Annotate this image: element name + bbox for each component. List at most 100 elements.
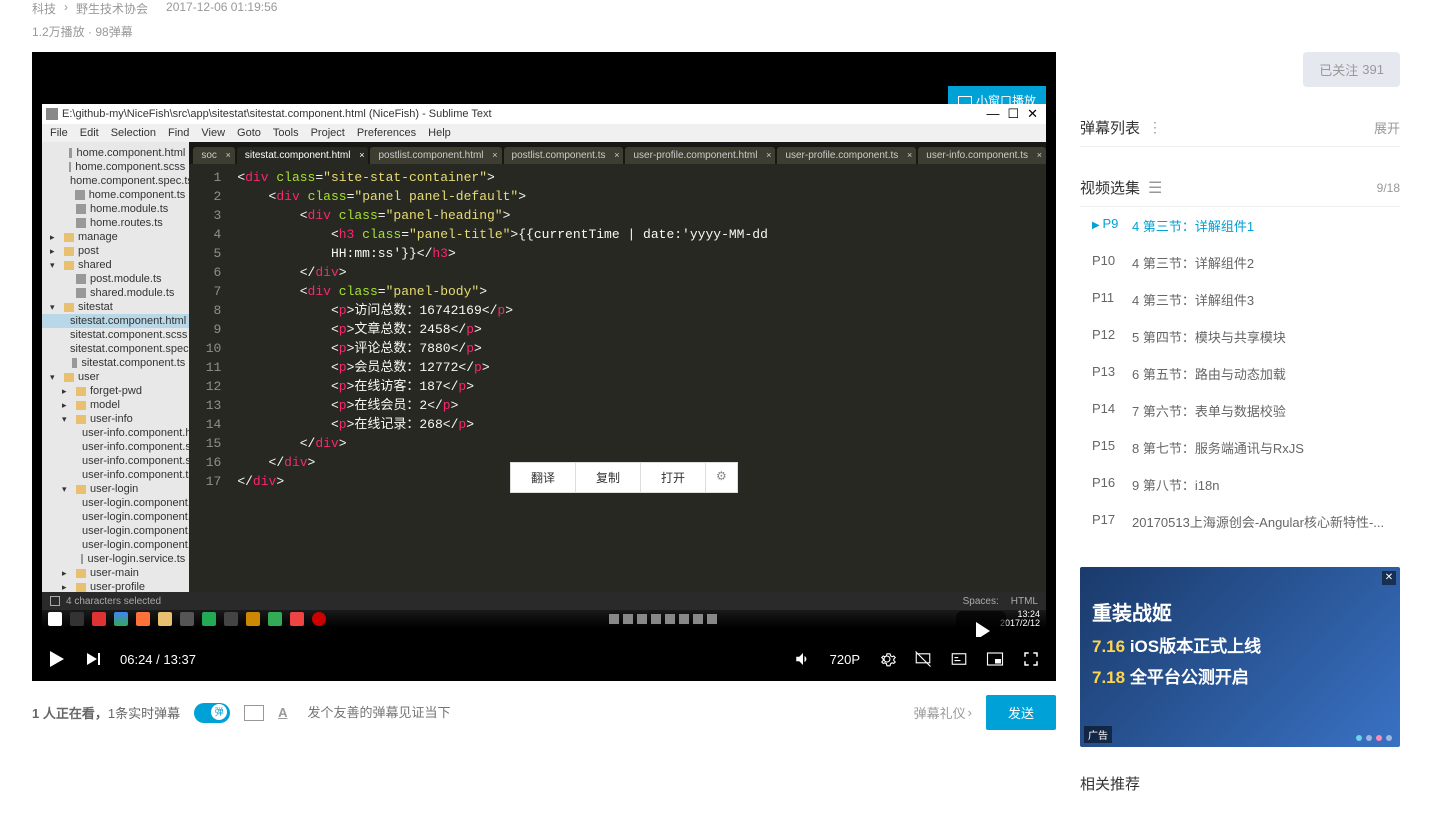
tree-folder[interactable]: user-login — [42, 482, 189, 496]
menu-find[interactable]: Find — [168, 127, 189, 139]
advertisement[interactable]: ✕ 重装战姬 7.16 iOS版本正式上线 7.18 全平台公测开启 广告 — [1080, 567, 1400, 747]
danmaku-input[interactable] — [301, 699, 899, 726]
tree-file[interactable]: post.module.ts — [42, 272, 189, 286]
more-icon[interactable]: ⋮ — [1148, 119, 1162, 136]
playlist-item[interactable]: P158 第七节：服务端通讯与RxJS — [1080, 429, 1400, 466]
playlist-item[interactable]: P125 第四节：模块与共享模块 — [1080, 318, 1400, 355]
playlist-item[interactable]: P169 第八节：i18n — [1080, 466, 1400, 503]
play-button[interactable] — [48, 650, 66, 668]
taskbar-app-icon[interactable] — [180, 612, 194, 626]
editor-tab[interactable]: postlist.component.ts× — [504, 147, 624, 164]
tree-folder[interactable]: forget-pwd — [42, 384, 189, 398]
playlist-item[interactable]: P114 第三节：详解组件3 — [1080, 281, 1400, 318]
danmaku-switch[interactable] — [194, 703, 230, 723]
start-icon[interactable] — [48, 612, 62, 626]
menu-selection[interactable]: Selection — [111, 127, 156, 139]
gear-icon[interactable]: ⚙ — [706, 463, 737, 492]
menu-view[interactable]: View — [201, 127, 225, 139]
playlist-item[interactable]: P94 第三节：详解组件1 — [1080, 207, 1400, 244]
tree-file[interactable]: user-login.component.spec.ts — [42, 524, 189, 538]
playlist-item[interactable]: P1720170513上海源创会-Angular核心新特性-... — [1080, 503, 1400, 540]
tree-folder[interactable]: model — [42, 398, 189, 412]
file-tree[interactable]: home.component.htmlhome.component.scssho… — [42, 142, 189, 592]
tree-folder[interactable]: manage — [42, 230, 189, 244]
menu-help[interactable]: Help — [428, 127, 451, 139]
tray-icon[interactable] — [651, 614, 661, 624]
volume-icon[interactable] — [794, 650, 812, 668]
danmaku-settings-icon[interactable] — [244, 705, 264, 721]
editor-tab[interactable]: user-info.component.ts× — [918, 147, 1046, 164]
tree-file[interactable]: user-info.component.scss — [42, 440, 189, 454]
tree-folder[interactable]: post — [42, 244, 189, 258]
chrome-icon[interactable] — [114, 612, 128, 626]
taskbar-app-icon[interactable] — [246, 612, 260, 626]
tree-folder[interactable]: user-main — [42, 566, 189, 580]
tree-file[interactable]: sitestat.component.spec.ts — [42, 342, 189, 356]
send-button[interactable]: 发送 — [986, 695, 1056, 730]
taskbar-app-icon[interactable] — [92, 612, 106, 626]
playlist-item[interactable]: P147 第六节：表单与数据校验 — [1080, 392, 1400, 429]
tree-file[interactable]: user-info.component.spec.ts — [42, 454, 189, 468]
next-button[interactable] — [84, 650, 102, 668]
maximize-icon[interactable]: ☐ — [1007, 106, 1019, 122]
follow-button[interactable]: 已关注 391 — [1303, 52, 1400, 87]
taskbar-app-icon[interactable] — [202, 612, 216, 626]
record-icon[interactable] — [312, 612, 326, 626]
category[interactable]: 科技 — [32, 0, 56, 17]
tree-folder[interactable]: shared — [42, 258, 189, 272]
menu-tools[interactable]: Tools — [273, 127, 299, 139]
tree-file[interactable]: user-login.component.ts — [42, 538, 189, 552]
translate-button[interactable]: 翻译 — [511, 463, 576, 492]
tree-folder[interactable]: sitestat — [42, 300, 189, 314]
tray-icon[interactable] — [707, 614, 717, 624]
tree-file[interactable]: sitestat.component.scss — [42, 328, 189, 342]
tree-folder[interactable]: user-profile — [42, 580, 189, 592]
quality-button[interactable]: 720P — [830, 652, 860, 667]
tray-icon[interactable] — [693, 614, 703, 624]
playlist[interactable]: P94 第三节：详解组件1P104 第三节：详解组件2P114 第三节：详解组件… — [1080, 207, 1400, 547]
editor-tab[interactable]: postlist.component.html× — [370, 147, 501, 164]
pip-icon[interactable] — [986, 650, 1004, 668]
tree-file[interactable]: user-login.component.html — [42, 496, 189, 510]
tree-file[interactable]: shared.module.ts — [42, 286, 189, 300]
editor-tab[interactable]: sitestat.component.html× — [237, 147, 369, 164]
close-icon[interactable]: ✕ — [1027, 106, 1038, 122]
playlist-item[interactable]: P1820170619 再次集中解答Angular环境搭建 — [1080, 540, 1400, 547]
fullscreen-icon[interactable] — [1022, 650, 1040, 668]
carousel-dot[interactable] — [1386, 735, 1392, 741]
ad-close-icon[interactable]: ✕ — [1382, 571, 1396, 585]
tree-file[interactable]: user-login.component.scss — [42, 510, 189, 524]
tree-file[interactable]: home.component.spec.ts — [42, 174, 189, 188]
taskbar-app-icon[interactable] — [224, 612, 238, 626]
menu-preferences[interactable]: Preferences — [357, 127, 416, 139]
tray-icon[interactable] — [609, 614, 619, 624]
font-style-icon[interactable]: A — [278, 705, 287, 720]
tray-icon[interactable] — [637, 614, 647, 624]
video-player[interactable]: 小窗口播放 E:\github-my\NiceFish\src\app\site… — [32, 52, 1056, 681]
carousel-dot[interactable] — [1376, 735, 1382, 741]
taskbar-app-icon[interactable] — [290, 612, 304, 626]
carousel-dot[interactable] — [1366, 735, 1372, 741]
editor-tab[interactable]: user-profile.component.html× — [625, 147, 775, 164]
menu-edit[interactable]: Edit — [80, 127, 99, 139]
subtitle-icon[interactable] — [950, 650, 968, 668]
open-button[interactable]: 打开 — [641, 463, 706, 492]
taskbar-app-icon[interactable] — [70, 612, 84, 626]
menu-project[interactable]: Project — [311, 127, 345, 139]
tree-file[interactable]: user-info.component.ts — [42, 468, 189, 482]
playlist-item[interactable]: P136 第五节：路由与动态加载 — [1080, 355, 1400, 392]
playlist-item[interactable]: P104 第三节：详解组件2 — [1080, 244, 1400, 281]
tree-folder[interactable]: user-info — [42, 412, 189, 426]
tree-file[interactable]: sitestat.component.ts — [42, 356, 189, 370]
tree-file[interactable]: home.component.html — [42, 146, 189, 160]
tree-file[interactable]: home.module.ts — [42, 202, 189, 216]
tree-file[interactable]: user-info.component.html — [42, 426, 189, 440]
danmaku-etiquette-link[interactable]: 弹幕礼仪 › — [914, 703, 972, 722]
taskbar-app-icon[interactable] — [268, 612, 282, 626]
tray-icon[interactable] — [665, 614, 675, 624]
tree-file[interactable]: sitestat.component.html — [42, 314, 189, 328]
copy-button[interactable]: 复制 — [576, 463, 641, 492]
editor-tab[interactable]: soc× — [193, 147, 235, 164]
danmaku-off-icon[interactable] — [914, 650, 932, 668]
tree-file[interactable]: home.component.scss — [42, 160, 189, 174]
